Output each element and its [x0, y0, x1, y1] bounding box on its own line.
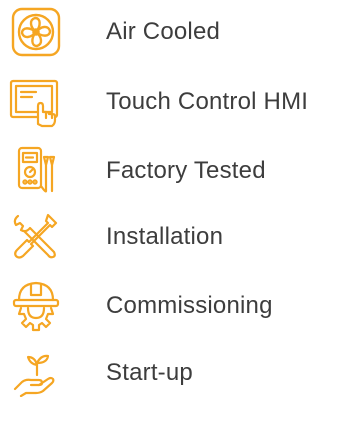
multimeter-icon: [6, 141, 66, 201]
feature-item-factory-tested: Factory Tested: [0, 141, 356, 201]
feature-label: Commissioning: [106, 292, 273, 319]
feature-label: Installation: [106, 223, 224, 250]
feature-item-commissioning: Commissioning: [0, 276, 356, 336]
feature-label: Touch Control HMI: [106, 88, 309, 115]
feature-item-touch-control-hmi: Touch Control HMI: [0, 72, 356, 132]
feature-label: Start-up: [106, 359, 193, 386]
fan-icon: [6, 2, 66, 62]
feature-item-start-up: Start-up: [0, 343, 356, 403]
feature-label: Air Cooled: [106, 18, 221, 45]
feature-item-installation: Installation: [0, 207, 356, 267]
hardhat-gear-icon: [6, 276, 66, 336]
tools-icon: [6, 207, 66, 267]
feature-list: Air Cooled Touch Control HMI Factory Tes…: [0, 0, 356, 421]
touchscreen-icon: [6, 72, 66, 132]
hand-plant-icon: [6, 343, 66, 403]
feature-item-air-cooled: Air Cooled: [0, 2, 356, 62]
feature-label: Factory Tested: [106, 157, 266, 184]
